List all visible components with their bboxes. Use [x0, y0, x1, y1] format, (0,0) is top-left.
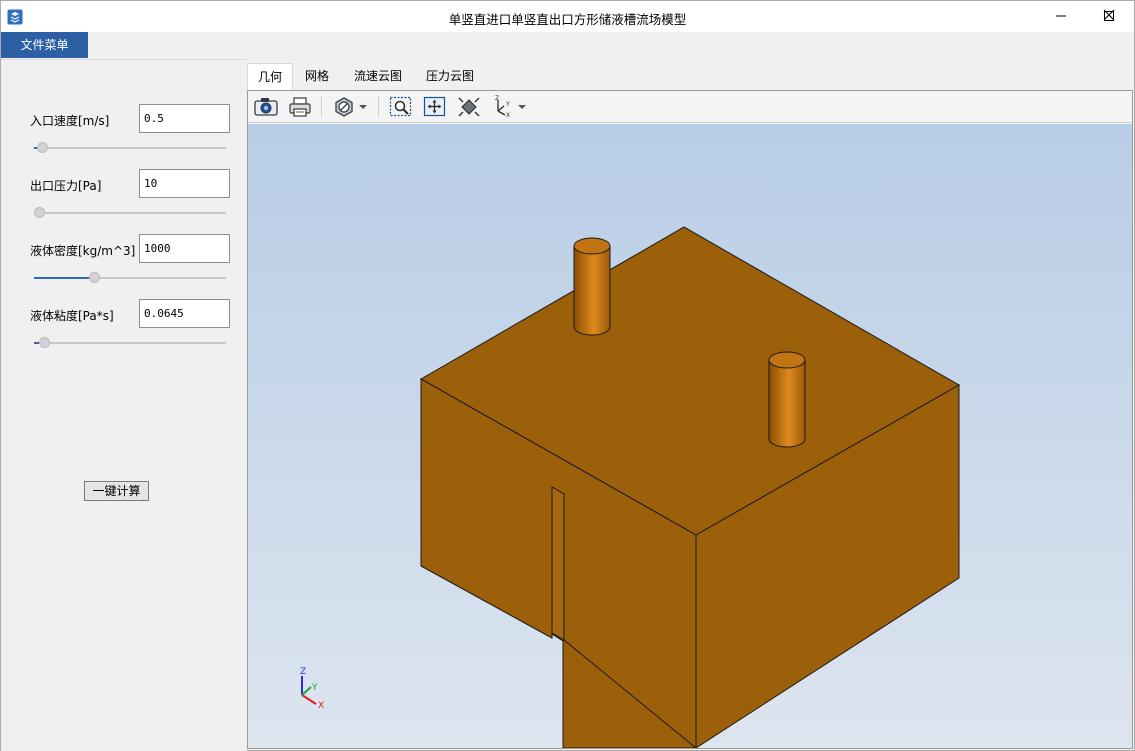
- file-menu[interactable]: 文件菜单: [1, 32, 88, 58]
- view-orientation-icon: Z Y X: [495, 95, 510, 119]
- dropdown-arrow-icon: [518, 105, 526, 109]
- tank-slot: [551, 486, 565, 641]
- fit-all-button[interactable]: [456, 95, 482, 119]
- view-orientation-dropdown[interactable]: [516, 95, 528, 119]
- viewer-toolbar: Z Y X: [248, 91, 1132, 123]
- axes-triad: Z Y X: [300, 667, 324, 711]
- density-label: 液体密度[kg/m^3]: [30, 244, 136, 258]
- title-bar[interactable]: 单竖直进口单竖直出口方形储液槽流场模型: [1, 1, 1134, 32]
- menu-bar: 文件菜单: [1, 32, 1134, 59]
- inlet-velocity-slider[interactable]: [34, 142, 226, 153]
- tab-geometry[interactable]: 几何: [247, 63, 293, 91]
- inlet-velocity-input[interactable]: 0.5: [139, 104, 230, 133]
- zoom-window-button[interactable]: [388, 95, 414, 119]
- tab-mesh[interactable]: 网格: [295, 63, 339, 91]
- view-orientation-button[interactable]: Z Y X: [490, 95, 516, 119]
- camera-icon: [254, 98, 278, 116]
- print-button[interactable]: [287, 95, 313, 119]
- print-icon: [289, 97, 311, 117]
- slider-thumb[interactable]: [34, 207, 45, 218]
- minimize-button[interactable]: [1037, 1, 1085, 32]
- pan-button[interactable]: [422, 95, 448, 119]
- display-mode-button[interactable]: [331, 95, 357, 119]
- slider-thumb[interactable]: [37, 142, 48, 153]
- app-window: 单竖直进口单竖直出口方形储液槽流场模型 文件菜单 入口速度[m/s] 0.5 出…: [0, 0, 1135, 751]
- tab-velocity-contour[interactable]: 流速云图: [345, 63, 411, 91]
- density-slider[interactable]: [34, 272, 226, 283]
- screenshot-button[interactable]: [253, 95, 279, 119]
- 3d-viewer[interactable]: Z Y X Z Y X: [247, 90, 1133, 749]
- axis-y-label: Y: [311, 683, 318, 693]
- close-icon: [1103, 9, 1115, 21]
- parameter-panel: 入口速度[m/s] 0.5 出口压力[Pa] 10 液体密度[kg/m^3] 1…: [1, 59, 247, 751]
- axis-z-label: Z: [300, 667, 306, 677]
- axis-x-label: X: [318, 701, 324, 711]
- dropdown-arrow-icon: [359, 105, 367, 109]
- slider-thumb[interactable]: [39, 337, 50, 348]
- viscosity-slider[interactable]: [34, 337, 226, 348]
- slider-thumb[interactable]: [89, 272, 100, 283]
- toolbar-separator: [378, 97, 379, 117]
- toolbar-separator: [321, 97, 322, 117]
- inlet-velocity-label: 入口速度[m/s]: [30, 114, 110, 128]
- svg-text:Z: Z: [495, 95, 499, 102]
- slider-fill: [34, 277, 94, 279]
- outlet-pressure-input[interactable]: 10: [139, 169, 230, 198]
- compute-button[interactable]: 一键计算: [84, 481, 149, 501]
- outlet-pressure-slider[interactable]: [34, 207, 226, 218]
- window-title: 单竖直进口单竖直出口方形储液槽流场模型: [448, 12, 687, 27]
- fit-all-icon: [458, 97, 480, 117]
- tab-pressure-contour[interactable]: 压力云图: [417, 63, 483, 91]
- viscosity-input[interactable]: 0.0645: [139, 299, 230, 328]
- tank-model: Z Y X: [300, 226, 961, 748]
- render-canvas[interactable]: Z Y X: [248, 124, 1132, 748]
- display-mode-dropdown[interactable]: [357, 95, 369, 119]
- outlet-pipe: [768, 351, 806, 448]
- viscosity-label: 液体粘度[Pa*s]: [30, 309, 114, 323]
- display-mode-icon: [335, 97, 353, 117]
- zoom-window-icon: [389, 96, 412, 117]
- close-button-glyph[interactable]: [1085, 0, 1133, 31]
- minimize-icon: [1056, 15, 1066, 17]
- svg-text:Y: Y: [505, 101, 510, 108]
- pan-icon: [423, 96, 446, 117]
- density-input[interactable]: 1000: [139, 234, 230, 263]
- inlet-pipe: [573, 237, 611, 336]
- svg-text:X: X: [506, 112, 510, 119]
- outlet-pressure-label: 出口压力[Pa]: [30, 179, 102, 193]
